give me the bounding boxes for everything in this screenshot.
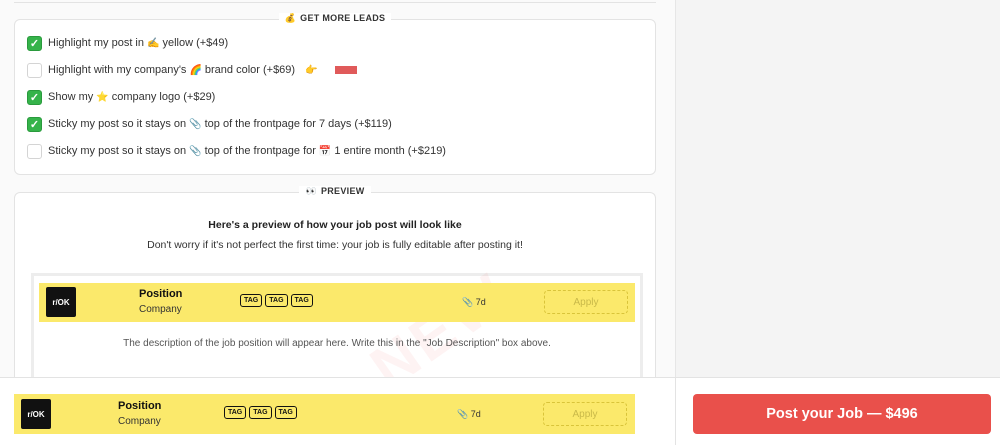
calendar-icon: 📅 (318, 145, 332, 157)
rainbow-icon: 🌈 (189, 64, 202, 76)
leads-title: 💰 GET MORE LEADS (15, 13, 655, 24)
option-highlight-yellow[interactable]: ✓ Highlight my post in ✍ yellow (+$49) (27, 34, 228, 52)
checkbox-checked-icon[interactable]: ✓ (27, 89, 42, 105)
option-sticky-1-month[interactable]: Sticky my post so it stays on 📎 top of t… (27, 142, 446, 160)
job-tags: TAG TAG TAG (224, 406, 297, 419)
job-row-footer-preview[interactable]: r/OK Position Company TAG TAG TAG 📎 7d A… (14, 394, 635, 434)
company-logo: r/OK (21, 399, 51, 429)
job-position: Position (118, 400, 162, 412)
paperclip-icon: 📎 (189, 145, 202, 157)
option-brand-color[interactable]: Highlight with my company's 🌈 brand colo… (27, 61, 357, 79)
job-tag[interactable]: TAG (274, 406, 297, 419)
job-row-preview[interactable]: r/OK Position Company TAG TAG TAG 📎 7d A… (39, 283, 635, 322)
job-position: Position (139, 288, 183, 300)
job-age: 📎 7d (457, 409, 481, 419)
eyes-icon: 👀 (305, 186, 317, 196)
job-company: Company (139, 304, 182, 315)
checkbox-checked-icon[interactable]: ✓ (27, 116, 42, 132)
divider (14, 0, 656, 3)
paperclip-icon: 📎 (462, 297, 474, 307)
job-tag[interactable]: TAG (290, 294, 313, 307)
star-icon: ⭐ (96, 91, 109, 103)
job-company: Company (118, 416, 161, 427)
job-tag[interactable]: TAG (249, 406, 272, 419)
option-company-logo[interactable]: ✓ Show my ⭐ company logo (+$29) (27, 88, 215, 106)
pointing-hand-icon: 👉 (305, 64, 318, 76)
apply-button[interactable]: Apply (544, 290, 628, 314)
writing-hand-icon: ✍ (147, 37, 160, 49)
moneybag-icon: 💰 (284, 13, 297, 23)
job-tags: TAG TAG TAG (240, 294, 313, 307)
company-logo: r/OK (46, 287, 76, 317)
footer-divider (675, 378, 676, 445)
preview-title: 👀 PREVIEW (15, 186, 655, 197)
checkbox-unchecked-icon[interactable] (27, 143, 42, 159)
leads-section: 💰 GET MORE LEADS ✓ Highlight my post in ✍… (14, 13, 656, 175)
paperclip-icon: 📎 (457, 409, 469, 419)
job-description-placeholder: The description of the job position will… (123, 338, 551, 349)
job-tag[interactable]: TAG (224, 406, 247, 419)
brand-color-swatch[interactable] (334, 66, 357, 74)
preview-heading: Here's a preview of how your job post wi… (208, 219, 462, 231)
job-tag[interactable]: TAG (265, 294, 288, 307)
job-age: 📎 7d (462, 297, 486, 307)
preview-subheading: Don't worry if it's not perfect the firs… (147, 239, 523, 251)
post-job-button[interactable]: Post your Job — $496 (693, 394, 991, 434)
paperclip-icon: 📎 (189, 118, 202, 130)
preview-section: 👀 PREVIEW Here's a preview of how your jo… (14, 186, 656, 403)
checkbox-checked-icon[interactable]: ✓ (27, 35, 42, 51)
option-sticky-7-days[interactable]: ✓ Sticky my post so it stays on 📎 top of… (27, 115, 392, 133)
job-tag[interactable]: TAG (240, 294, 263, 307)
apply-button[interactable]: Apply (543, 402, 627, 426)
checkbox-unchecked-icon[interactable] (27, 62, 42, 78)
